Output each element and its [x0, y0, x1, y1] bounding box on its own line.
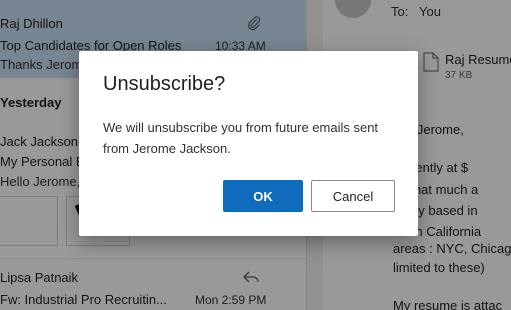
ok-button[interactable]: OK	[223, 180, 303, 212]
dialog-title: Unsubscribe?	[103, 73, 226, 95]
mail-app: Raj Dhillon Top Candidates for Open Role…	[0, 0, 511, 310]
dialog-message: We will unsubscribe you from future emai…	[103, 120, 379, 156]
cancel-button[interactable]: Cancel	[311, 180, 395, 212]
unsubscribe-dialog: Unsubscribe? We will unsubscribe you fro…	[79, 51, 418, 236]
